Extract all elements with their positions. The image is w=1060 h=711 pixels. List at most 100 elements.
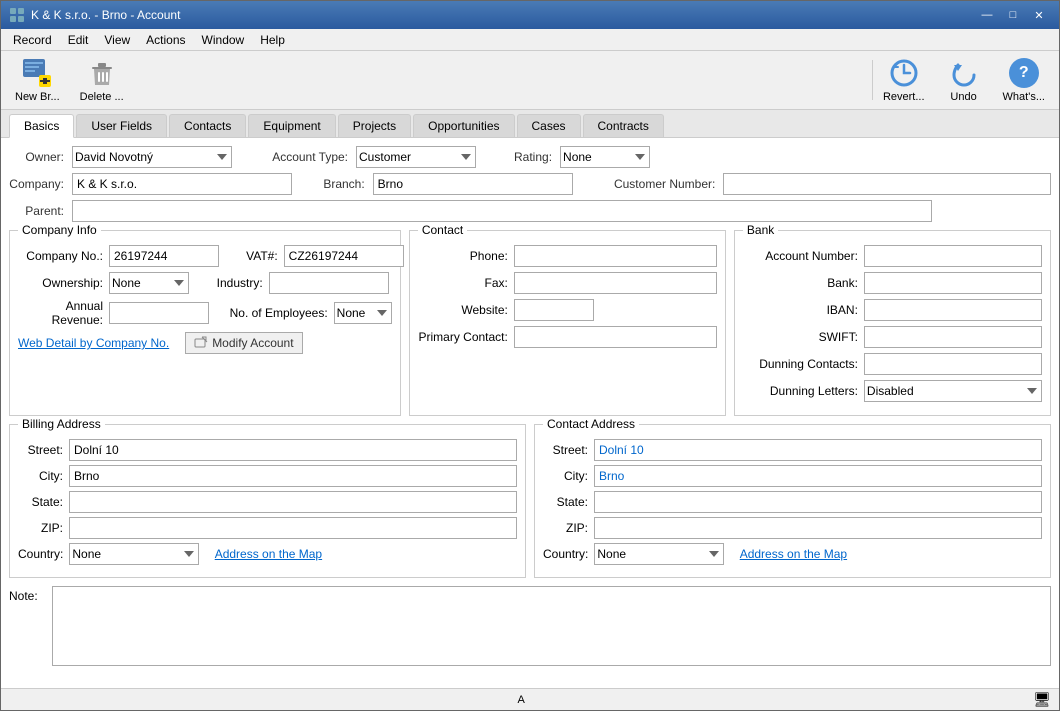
whats-icon: ? <box>1008 57 1040 89</box>
website-input[interactable] <box>514 299 594 321</box>
bank-title: Bank <box>743 223 778 237</box>
ownership-label: Ownership: <box>18 276 103 290</box>
billing-city-input[interactable] <box>69 465 517 487</box>
monitor-icon: 🖥 <box>1033 691 1051 708</box>
dunning-contacts-label: Dunning Contacts: <box>743 357 858 371</box>
contact-address-title: Contact Address <box>543 417 639 431</box>
status-bar: A 🖥 <box>1 688 1059 710</box>
undo-label: Undo <box>950 91 976 103</box>
billing-city-row: City: <box>18 465 517 487</box>
web-detail-link[interactable]: Web Detail by Company No. <box>18 336 169 350</box>
owner-label: Owner: <box>9 150 64 164</box>
contact-country-select[interactable]: None <box>594 543 724 565</box>
tab-user-fields[interactable]: User Fields <box>76 114 167 137</box>
branch-input[interactable] <box>373 173 573 195</box>
billing-address-title: Billing Address <box>18 417 105 431</box>
contact-street-label: Street: <box>543 443 588 457</box>
website-row: Website: <box>418 299 717 321</box>
undo-button[interactable]: Undo <box>939 55 989 105</box>
tab-opportunities[interactable]: Opportunities <box>413 114 514 137</box>
revert-button[interactable]: Revert... <box>877 55 931 105</box>
tab-contracts[interactable]: Contracts <box>583 114 664 137</box>
bank-section: Bank Account Number: Bank: IBAN: SWIFT: <box>734 230 1051 416</box>
company-no-label: Company No.: <box>18 249 103 263</box>
billing-country-select[interactable]: None <box>69 543 199 565</box>
customer-number-input[interactable] <box>723 173 1051 195</box>
revert-icon <box>888 57 920 89</box>
menu-view[interactable]: View <box>96 31 138 49</box>
account-number-input[interactable] <box>864 245 1042 267</box>
note-textarea[interactable] <box>52 586 1051 666</box>
delete-button[interactable]: Delete ... <box>74 55 130 105</box>
modify-account-button[interactable]: Modify Account <box>185 332 302 354</box>
title-bar: K & K s.r.o. - Brno - Account — □ ✕ <box>1 1 1059 29</box>
tab-contacts[interactable]: Contacts <box>169 114 246 137</box>
fax-input[interactable] <box>514 272 717 294</box>
minimize-button[interactable]: — <box>975 6 999 24</box>
no-employees-select[interactable]: None <box>334 302 392 324</box>
ownership-select[interactable]: None <box>109 272 189 294</box>
tab-cases[interactable]: Cases <box>517 114 581 137</box>
swift-input[interactable] <box>864 326 1042 348</box>
billing-street-input[interactable] <box>69 439 517 461</box>
bank-input[interactable] <box>864 272 1042 294</box>
phone-label: Phone: <box>418 249 508 263</box>
billing-country-label: Country: <box>18 547 63 561</box>
toolbar: New Br... Delete ... <box>1 51 1059 110</box>
parent-label: Parent: <box>9 204 64 218</box>
billing-street-row: Street: <box>18 439 517 461</box>
menu-edit[interactable]: Edit <box>60 31 97 49</box>
account-number-row: Account Number: <box>743 245 1042 267</box>
tab-basics[interactable]: Basics <box>9 114 74 138</box>
company-input[interactable] <box>72 173 292 195</box>
vat-input[interactable] <box>284 245 404 267</box>
menu-record[interactable]: Record <box>5 31 60 49</box>
annual-revenue-input[interactable] <box>109 302 209 324</box>
menu-actions[interactable]: Actions <box>138 31 193 49</box>
annual-revenue-label: Annual Revenue: <box>18 299 103 327</box>
bank-label: Bank: <box>743 276 858 290</box>
primary-contact-row: Primary Contact: <box>418 326 717 348</box>
billing-city-label: City: <box>18 469 63 483</box>
contact-street-input[interactable] <box>594 439 1042 461</box>
account-type-select[interactable]: Customer <box>356 146 476 168</box>
tabs-bar: Basics User Fields Contacts Equipment Pr… <box>1 110 1059 138</box>
parent-input[interactable] <box>72 200 932 222</box>
iban-input[interactable] <box>864 299 1042 321</box>
dunning-contacts-row: Dunning Contacts: <box>743 353 1042 375</box>
rating-select[interactable]: None <box>560 146 650 168</box>
billing-zip-row: ZIP: <box>18 517 517 539</box>
billing-zip-label: ZIP: <box>18 521 63 535</box>
billing-street-label: Street: <box>18 443 63 457</box>
menu-window[interactable]: Window <box>194 31 253 49</box>
dunning-contacts-input[interactable] <box>864 353 1042 375</box>
addresses-row: Billing Address Street: City: State: ZIP… <box>9 424 1051 578</box>
sections-row: Company Info Company No.: VAT#: Ownershi… <box>9 230 1051 416</box>
primary-contact-input[interactable] <box>514 326 717 348</box>
billing-zip-input[interactable] <box>69 517 517 539</box>
contact-map-link[interactable]: Address on the Map <box>740 547 847 561</box>
tab-projects[interactable]: Projects <box>338 114 411 137</box>
title-text: K & K s.r.o. - Brno - Account <box>31 8 180 22</box>
billing-map-link[interactable]: Address on the Map <box>215 547 322 561</box>
tab-equipment[interactable]: Equipment <box>248 114 335 137</box>
contact-state-input[interactable] <box>594 491 1042 513</box>
contact-zip-input[interactable] <box>594 517 1042 539</box>
close-button[interactable]: ✕ <box>1027 6 1051 24</box>
dunning-letters-select[interactable]: Disabled <box>864 380 1042 402</box>
whats-button[interactable]: ? What's... <box>997 55 1051 105</box>
menu-help[interactable]: Help <box>252 31 293 49</box>
maximize-button[interactable]: □ <box>1001 6 1025 24</box>
branch-label: Branch: <box>315 177 365 191</box>
new-br-button[interactable]: New Br... <box>9 55 66 105</box>
new-br-label: New Br... <box>15 91 60 103</box>
owner-select[interactable]: David Novotný <box>72 146 232 168</box>
company-no-input[interactable] <box>109 245 219 267</box>
contact-city-input[interactable] <box>594 465 1042 487</box>
annual-revenue-row: Annual Revenue: No. of Employees: None <box>18 299 392 327</box>
billing-state-input[interactable] <box>69 491 517 513</box>
phone-input[interactable] <box>514 245 717 267</box>
industry-input[interactable] <box>269 272 389 294</box>
iban-row: IBAN: <box>743 299 1042 321</box>
revert-label: Revert... <box>883 91 925 103</box>
